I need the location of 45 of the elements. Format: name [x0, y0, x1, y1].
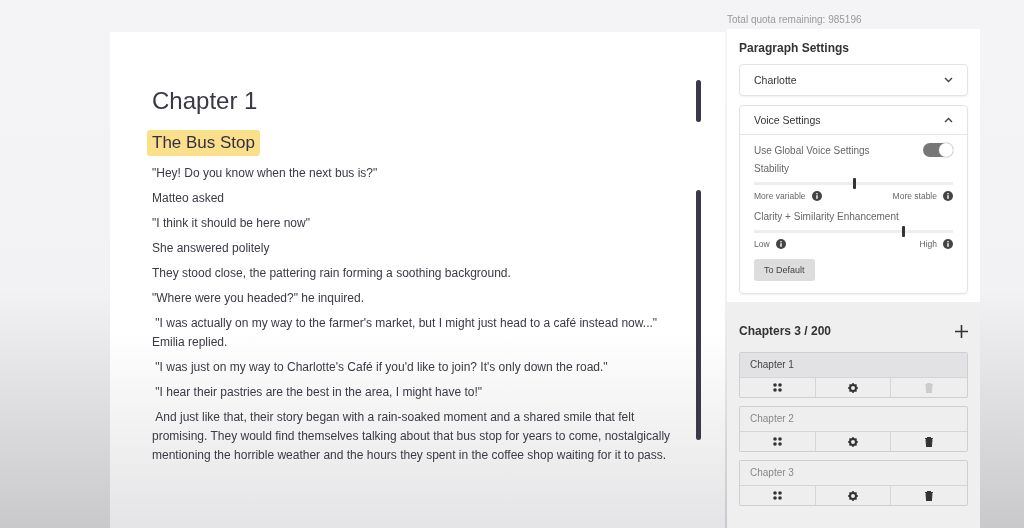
to-default-button[interactable]: To Default — [754, 259, 815, 281]
panel-title: Paragraph Settings — [739, 41, 851, 55]
scrollbar[interactable] — [696, 190, 701, 440]
paragraph: "I was just on my way to Charlotte's Café if you'd like to join? It's only down the road." — [154, 359, 609, 376]
slider-label: Clarity + Similarity Enhancement — [754, 211, 900, 222]
voice-settings-header[interactable]: Voice Settings — [740, 106, 967, 135]
grid-icon — [772, 383, 782, 392]
toggle-switch[interactable] — [923, 143, 953, 157]
paragraph: She answered politely — [152, 240, 271, 257]
quota-label: Total quota remaining: 985196 — [727, 13, 863, 27]
voice-dropdown[interactable]: Charlotte — [739, 64, 968, 96]
paragraph: "Hey! Do you know when the next bus is?" — [152, 165, 379, 182]
info-icon[interactable] — [943, 191, 953, 201]
max-label: High — [919, 239, 937, 249]
chapters-title: Chapters 3 / 200 — [739, 324, 832, 338]
chapter-item[interactable]: Chapter 1 — [739, 352, 968, 398]
chevron-up-icon — [944, 117, 953, 123]
paragraph: Matteo asked — [152, 190, 226, 207]
chapter-name[interactable]: Chapter 1 — [740, 353, 967, 378]
info-icon[interactable] — [943, 239, 953, 249]
min-label: More variable — [754, 191, 806, 201]
paragraph: They stood close, the pattering rain forming a soothing background. — [152, 265, 512, 282]
max-label: More stable — [892, 191, 937, 201]
slider-thumb[interactable] — [852, 178, 856, 189]
chapter-title: Chapter 1 — [152, 86, 259, 116]
info-icon[interactable] — [775, 239, 786, 249]
slider-label: Stability — [754, 163, 790, 174]
min-label: Low — [754, 239, 770, 249]
paragraph: "Where were you headed?" he inquired. — [152, 290, 365, 307]
toggle-label: Use Global Voice Settings — [754, 144, 870, 156]
grid-icon — [772, 437, 782, 446]
paragraph: "I hear their pastries are the best in the area, I might have to!" — [154, 384, 484, 401]
paragraph: "I think it should be here now" — [152, 215, 311, 232]
paragraph: And just like that, their story began with a rain-soaked moment and a shared smile that felt promising. They would find themselves talking about that bus stop for years to come, nostalgically mentioning the horrible weather and the hours they spent in the coffee shop waiting for it to pass. — [152, 409, 672, 464]
settings-icon — [848, 490, 858, 501]
grid-icon — [772, 491, 782, 500]
chevron-down-icon — [944, 77, 953, 83]
scrollbar[interactable] — [696, 80, 701, 122]
settings-icon — [848, 436, 858, 447]
add-icon[interactable] — [955, 324, 968, 338]
paragraph: "I was actually on my way to the farmer's market, but I might just head to a café instead now..." Emilia replied. — [152, 315, 659, 351]
settings-icon — [848, 382, 858, 393]
info-icon[interactable] — [811, 191, 822, 201]
slider-thumb[interactable] — [902, 226, 906, 237]
section-heading: The Bus Stop — [147, 130, 260, 156]
